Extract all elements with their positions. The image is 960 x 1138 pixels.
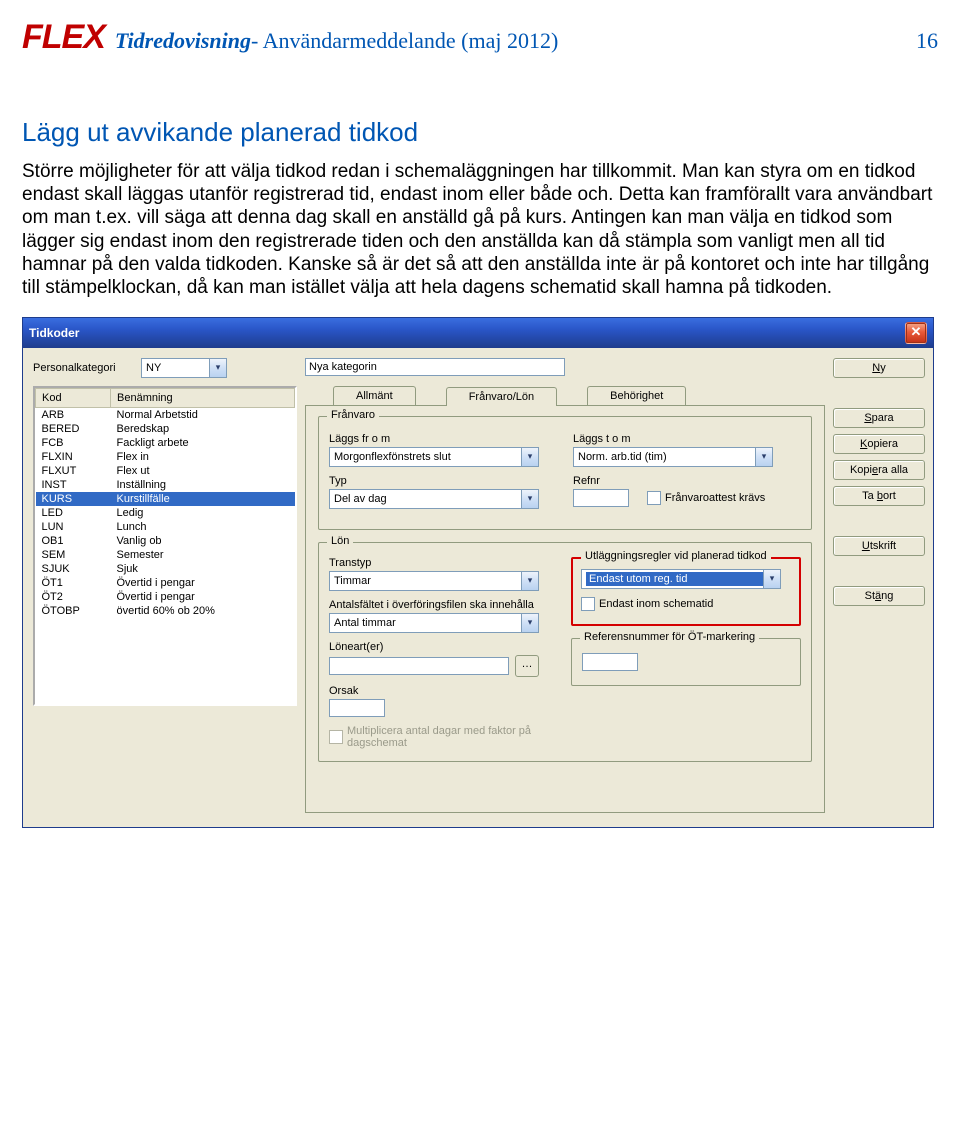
spara-button[interactable]: Spara xyxy=(833,408,925,428)
loneart-label: Löneart(er) xyxy=(329,641,557,653)
ny-button[interactable]: Ny xyxy=(833,358,925,378)
legend-refnr-ot: Referensnummer för ÖT-markering xyxy=(580,631,759,643)
refnr-label: Refnr xyxy=(573,475,801,487)
antalsfalt-select[interactable]: Antal timmar ▾ xyxy=(329,613,539,633)
laggs-from-label: Läggs fr o m xyxy=(329,433,557,445)
section-heading: Lägg ut avvikande planerad tidkod xyxy=(22,117,938,148)
doc-header: FLEX Tidredovisning - Användarmeddelande… xyxy=(22,18,938,57)
window-title: Tidkoder xyxy=(29,326,79,340)
chevron-down-icon[interactable]: ▾ xyxy=(209,359,226,377)
chevron-down-icon[interactable]: ▾ xyxy=(521,490,538,508)
table-row[interactable]: ÖT1Övertid i pengar xyxy=(36,576,295,590)
typ-label: Typ xyxy=(329,475,557,487)
chevron-down-icon[interactable]: ▾ xyxy=(755,448,772,466)
table-row[interactable]: ÖTOBPövertid 60% ob 20% xyxy=(36,604,295,618)
stang-button[interactable]: Stäng xyxy=(833,586,925,606)
personalkategori-select[interactable]: NY ▾ xyxy=(141,358,227,378)
table-row[interactable]: LUNLunch xyxy=(36,520,295,534)
group-refnr-ot: Referensnummer för ÖT-markering xyxy=(571,638,801,686)
legend-franvaro: Frånvaro xyxy=(327,409,379,421)
table-row[interactable]: KURSKurstillfälle xyxy=(36,492,295,506)
franvaroattest-checkbox[interactable]: Frånvaroattest krävs xyxy=(647,491,765,505)
group-franvaro: Frånvaro Läggs fr o m Morgonflexfönstret… xyxy=(318,416,812,530)
table-row[interactable]: OB1Vanlig ob xyxy=(36,534,295,548)
personalkategori-label: Personalkategori xyxy=(33,362,135,374)
kopiera-alla-button[interactable]: Kopiera alla xyxy=(833,460,925,480)
table-row[interactable]: INSTInställning xyxy=(36,478,295,492)
table-row[interactable]: BEREDBeredskap xyxy=(36,422,295,436)
multiplicera-checkbox: Multiplicera antal dagar med faktor på d… xyxy=(329,725,547,749)
antalsfalt-label: Antalsfältet i överföringsfilen ska inne… xyxy=(329,599,557,611)
doc-title-sub: - Användarmeddelande (maj 2012) xyxy=(251,28,558,54)
col-benamning[interactable]: Benämning xyxy=(111,389,295,408)
schematid-checkbox[interactable]: Endast inom schematid xyxy=(581,597,713,611)
orsak-label: Orsak xyxy=(329,685,557,697)
tidkoder-table[interactable]: Kod Benämning ARBNormal ArbetstidBEREDBe… xyxy=(33,386,297,706)
table-row[interactable]: FLXINFlex in xyxy=(36,450,295,464)
tab-row: Allmänt Frånvaro/Lön Behörighet xyxy=(305,384,825,405)
doc-title-main: Tidredovisning xyxy=(115,28,251,54)
legend-lon: Lön xyxy=(327,535,353,547)
transtyp-select[interactable]: Timmar ▾ xyxy=(329,571,539,591)
tab-franvaro-lon[interactable]: Frånvaro/Lön xyxy=(446,387,557,406)
loneart-input[interactable] xyxy=(329,657,509,675)
refnr-input[interactable] xyxy=(573,489,629,507)
tab-behorighet[interactable]: Behörighet xyxy=(587,386,686,405)
legend-utlaggning: Utläggningsregler vid planerad tidkod xyxy=(581,550,771,562)
laggs-tom-label: Läggs t o m xyxy=(573,433,801,445)
titlebar: Tidkoder ✕ xyxy=(23,318,933,348)
chevron-down-icon[interactable]: ▾ xyxy=(763,570,780,588)
table-row[interactable]: FLXUTFlex ut xyxy=(36,464,295,478)
table-row[interactable]: LEDLedig xyxy=(36,506,295,520)
tidkoder-dialog: Tidkoder ✕ Personalkategori NY ▾ Kod Ben… xyxy=(22,317,934,828)
loneart-browse-button[interactable]: … xyxy=(515,655,539,677)
chevron-down-icon[interactable]: ▾ xyxy=(521,614,538,632)
laggs-tom-select[interactable]: Norm. arb.tid (tim) ▾ xyxy=(573,447,773,467)
page-number: 16 xyxy=(916,28,938,54)
body-paragraph: Större möjligheter för att välja tidkod … xyxy=(22,160,938,299)
orsak-input[interactable] xyxy=(329,699,385,717)
table-row[interactable]: FCBFackligt arbete xyxy=(36,436,295,450)
typ-select[interactable]: Del av dag ▾ xyxy=(329,489,539,509)
col-kod[interactable]: Kod xyxy=(36,389,111,408)
ta-bort-button[interactable]: Ta bort xyxy=(833,486,925,506)
table-row[interactable]: ÖT2Övertid i pengar xyxy=(36,590,295,604)
table-row[interactable]: SEMSemester xyxy=(36,548,295,562)
utlaggning-select[interactable]: Endast utom reg. tid ▾ xyxy=(581,569,781,589)
group-lon: Lön Transtyp Timmar ▾ Antals xyxy=(318,542,812,762)
utskrift-button[interactable]: Utskrift xyxy=(833,536,925,556)
refnr-ot-input[interactable] xyxy=(582,653,638,671)
table-row[interactable]: SJUKSjuk xyxy=(36,562,295,576)
laggs-from-select[interactable]: Morgonflexfönstrets slut ▾ xyxy=(329,447,539,467)
close-icon[interactable]: ✕ xyxy=(905,322,927,344)
table-row[interactable]: ARBNormal Arbetstid xyxy=(36,408,295,423)
group-utlaggningsregler: Utläggningsregler vid planerad tidkod En… xyxy=(571,557,801,626)
tab-allmant[interactable]: Allmänt xyxy=(333,386,416,405)
tabpanel-franvaro-lon: Frånvaro Läggs fr o m Morgonflexfönstret… xyxy=(305,405,825,813)
chevron-down-icon[interactable]: ▾ xyxy=(521,448,538,466)
chevron-down-icon[interactable]: ▾ xyxy=(521,572,538,590)
logo: FLEX xyxy=(22,18,105,57)
category-name-input[interactable] xyxy=(305,358,565,376)
transtyp-label: Transtyp xyxy=(329,557,557,569)
kopiera-button[interactable]: Kopiera xyxy=(833,434,925,454)
